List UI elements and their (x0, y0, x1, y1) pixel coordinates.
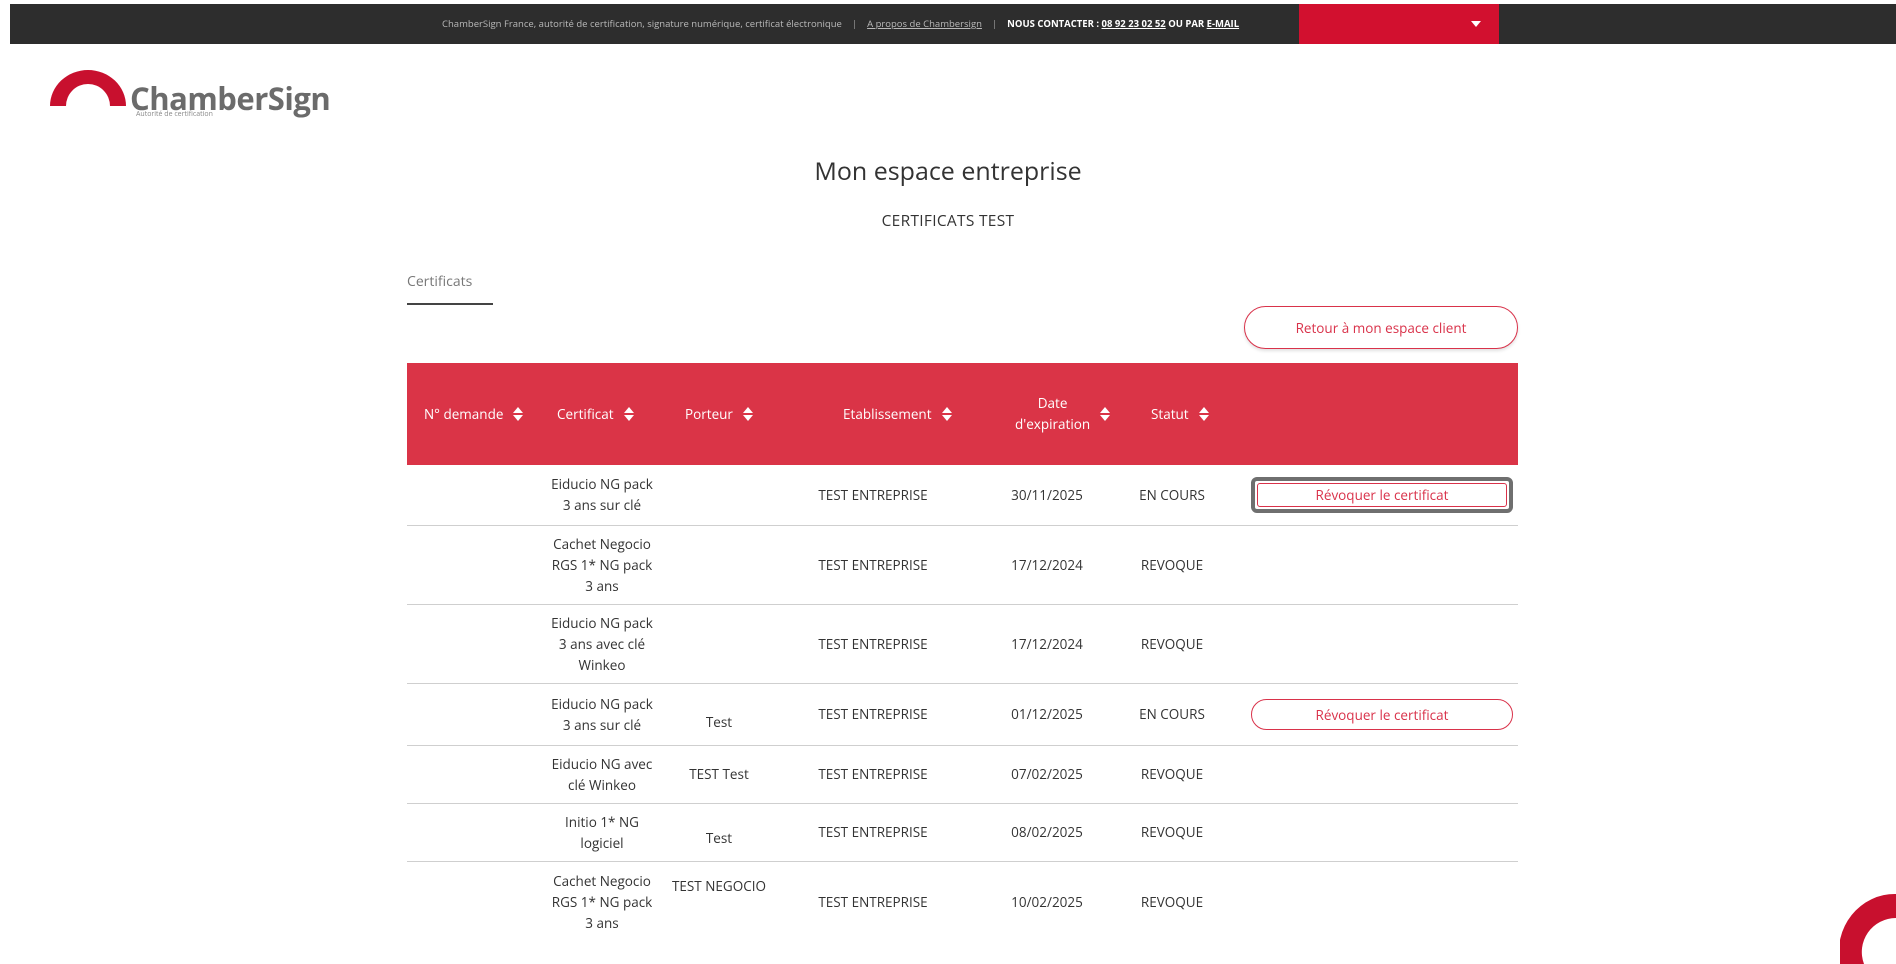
cell-date: 17/12/2024 (1011, 634, 1083, 653)
header-etablissement[interactable]: Etablissement (843, 363, 952, 465)
table-row: Cachet Negocio RGS 1* NG pack 3 ans TEST N… (407, 862, 1518, 942)
sort-icon (742, 406, 753, 422)
chambersign-logo[interactable]: ChamberSign Autorité de certification (48, 68, 331, 124)
sort-icon (1100, 406, 1111, 422)
cell-porteur: Test (705, 713, 733, 731)
account-dropdown[interactable] (1299, 4, 1499, 44)
header-numero[interactable]: N° demande (424, 363, 524, 465)
logo-arc-icon (50, 70, 126, 106)
topbar-info: ChamberSign France, autorité de certific… (442, 17, 1240, 30)
cell-date: 10/02/2025 (1011, 892, 1083, 911)
cell-statut: REVOQUE (1140, 765, 1204, 783)
or-label: OU PAR (1165, 17, 1207, 30)
table-row: Eiducio NG pack 3 ans sur clé Test TEST E… (407, 684, 1518, 746)
cell-statut: REVOQUE (1140, 555, 1204, 574)
cell-porteur: Test (705, 829, 733, 847)
cell-porteur (652, 526, 786, 604)
certificates-table: N° demande Certificat Porteur Etablissem… (407, 363, 1518, 942)
cell-date: 07/02/2025 (1011, 765, 1083, 783)
cell-statut: EN COURS (1139, 705, 1205, 723)
corner-logo-arc-icon (1840, 893, 1896, 964)
header-date-expiration[interactable]: Date d'expiration (1015, 363, 1111, 465)
header-certificat[interactable]: Certificat (557, 363, 634, 465)
about-link[interactable]: A propos de Chambersign (867, 17, 982, 30)
cell-porteur (652, 465, 786, 525)
table-row: Initio 1* NG logiciel Test TEST ENTREPRIS… (407, 804, 1518, 862)
cell-date: 08/02/2025 (1011, 823, 1083, 841)
header-porteur[interactable]: Porteur (685, 363, 753, 465)
cell-etablissement: TEST ENTREPRISE (818, 892, 928, 911)
caret-down-icon (1471, 21, 1481, 27)
phone-link[interactable]: 08 92 23 02 52 (1102, 17, 1166, 30)
table-row: Eiducio NG avec clé Winkeo TEST Test TEST… (407, 746, 1518, 804)
page-title: Mon espace entreprise (814, 154, 1082, 188)
sort-icon (513, 406, 524, 422)
logo-subtitle: Autorité de certification (136, 110, 213, 119)
cell-statut: REVOQUE (1140, 823, 1204, 841)
header-statut[interactable]: Statut (1151, 363, 1209, 465)
cell-statut: REVOQUE (1140, 892, 1204, 911)
back-to-client-space-button[interactable]: Retour à mon espace client (1244, 306, 1518, 349)
cell-etablissement: TEST ENTREPRISE (818, 705, 928, 723)
cell-statut: EN COURS (1139, 485, 1205, 504)
cell-porteur (652, 605, 786, 683)
revoke-certificate-button[interactable]: Révoquer le certificat (1251, 699, 1513, 730)
sort-icon (941, 406, 952, 422)
contact-label: NOUS CONTACTER : (1007, 17, 1102, 30)
revoke-certificate-button-highlighted[interactable]: Révoquer le certificat (1251, 477, 1513, 513)
sort-icon (623, 406, 634, 422)
cell-statut: REVOQUE (1140, 634, 1204, 653)
active-tab-indicator (407, 303, 493, 305)
page-subtitle: CERTIFICATS TEST (881, 209, 1015, 231)
cell-etablissement: TEST ENTREPRISE (818, 765, 928, 783)
cell-action: Révoquer le certificat (1247, 465, 1517, 525)
cell-etablissement: TEST ENTREPRISE (818, 634, 928, 653)
cell-porteur: TEST Test (689, 765, 749, 783)
table-header: N° demande Certificat Porteur Etablissem… (407, 363, 1518, 465)
cell-porteur: TEST NEGOCIO (671, 877, 767, 895)
tab-certificats[interactable]: Certificats (407, 272, 472, 291)
cell-date: 30/11/2025 (1011, 485, 1083, 504)
cell-action: Révoquer le certificat (1247, 684, 1517, 745)
contact-info: NOUS CONTACTER : 08 92 23 02 52 OU PAR E… (1007, 17, 1239, 30)
table-row: Eiducio NG pack 3 ans sur clé TEST ENTREP… (407, 465, 1518, 526)
cell-etablissement: TEST ENTREPRISE (818, 485, 928, 504)
email-link[interactable]: E-MAIL (1207, 17, 1239, 30)
cell-etablissement: TEST ENTREPRISE (818, 823, 928, 841)
top-bar: ChamberSign France, autorité de certific… (10, 4, 1896, 44)
table-row: Cachet Negocio RGS 1* NG pack 3 ans TEST E… (407, 526, 1518, 605)
cell-date: 01/12/2025 (1011, 705, 1083, 723)
table-row: Eiducio NG pack 3 ans avec clé Winkeo TEST… (407, 605, 1518, 684)
cell-etablissement: TEST ENTREPRISE (818, 555, 928, 574)
cell-date: 17/12/2024 (1011, 555, 1083, 574)
sort-icon (1198, 406, 1209, 422)
topbar-tagline: ChamberSign France, autorité de certific… (442, 17, 842, 30)
